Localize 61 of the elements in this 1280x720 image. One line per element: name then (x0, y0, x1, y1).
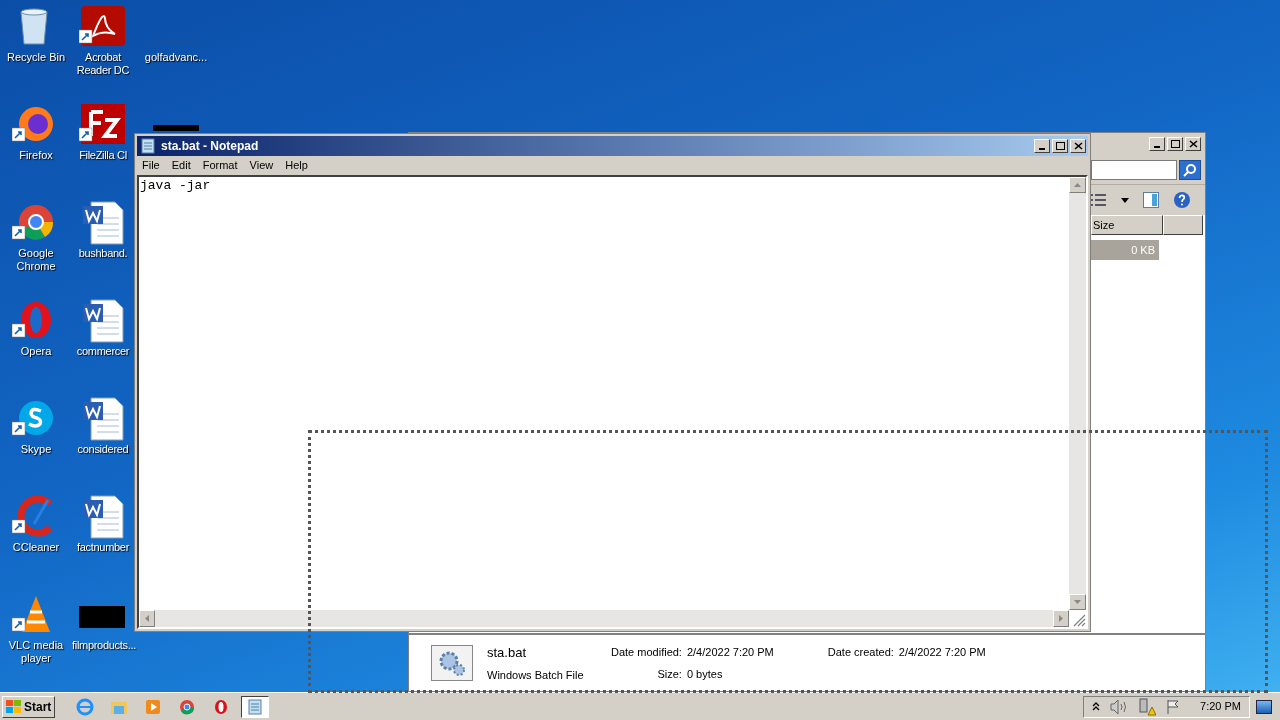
maximize-icon (1170, 140, 1180, 148)
preview-pane-icon[interactable] (1143, 192, 1159, 208)
speaker-icon[interactable] (1110, 698, 1129, 715)
column-header[interactable] (1163, 215, 1203, 235)
icon-label: Skype (20, 443, 52, 456)
maximize-button[interactable] (1167, 137, 1183, 151)
close-icon (1188, 140, 1198, 148)
help-icon[interactable] (1173, 191, 1191, 209)
icon-label: filmproducts... (72, 639, 134, 652)
batch-file-icon (431, 645, 473, 681)
menu-item[interactable]: Format (197, 157, 243, 174)
column-header[interactable]: Size (1091, 215, 1163, 235)
view-list-icon[interactable] (1089, 193, 1107, 207)
file-name: sta.bat (487, 644, 528, 662)
detail-value: 2/4/2022 7:20 PM (898, 645, 986, 660)
menu-item[interactable]: View (244, 157, 279, 174)
notepad-icon (139, 137, 157, 155)
caret-icon[interactable] (1121, 197, 1129, 203)
icon-label: Opera (20, 345, 52, 358)
icon-label: VLC media player (7, 639, 65, 665)
icon-label: Google Chrome (15, 247, 57, 273)
file-type: Windows Batch File (487, 667, 585, 683)
icon-label: Firefox (19, 149, 53, 162)
menu-item[interactable]: Help (280, 157, 313, 174)
detail-value: 0 bytes (686, 666, 724, 682)
thumbnail-icon[interactable] (153, 125, 199, 131)
detail-label: Date created: (827, 645, 894, 660)
play-icon (144, 697, 163, 716)
clock[interactable]: 7:20 PM (1200, 698, 1241, 715)
detail-label: Date modified: (611, 645, 682, 660)
icon-label: factnumber (77, 541, 129, 554)
windows-logo-icon (6, 699, 22, 714)
maximize-icon (1055, 142, 1065, 150)
close-button[interactable] (1070, 139, 1086, 153)
menu-item[interactable]: File (137, 157, 165, 174)
show-desktop-button[interactable] (1256, 699, 1272, 714)
icon-label: considered (77, 443, 129, 456)
icon-label: commercer (76, 345, 130, 358)
icon-label: CCleaner (12, 541, 60, 554)
minimize-button[interactable] (1149, 137, 1165, 151)
detail-value: 2/4/2022 7:20 PM (686, 645, 774, 660)
icon-label: FileZilla Cl (79, 149, 127, 162)
chrome-icon (178, 697, 197, 716)
search-button[interactable] (1179, 159, 1201, 180)
icon-label: golfadvanc... (144, 51, 208, 64)
notepad-icon (246, 697, 265, 716)
icon-label: Acrobat Reader DC (75, 51, 131, 77)
icon-label: Recycle Bin (6, 51, 66, 64)
menu-item[interactable]: Edit (166, 157, 196, 174)
taskbar-app-button[interactable] (241, 695, 270, 718)
browser-e-icon (76, 697, 95, 716)
start-button[interactable]: Start (2, 695, 56, 718)
window-title: sta.bat - Notepad (161, 138, 260, 155)
search-field[interactable] (1091, 159, 1177, 180)
maximize-button[interactable] (1052, 139, 1068, 153)
close-button[interactable] (1185, 137, 1201, 151)
close-icon (1073, 142, 1083, 150)
detail-label: Size: (656, 666, 682, 682)
minimize-button[interactable] (1034, 139, 1050, 153)
icon-label: bushband. (78, 247, 128, 260)
chevron-up-icon[interactable] (1092, 702, 1101, 711)
